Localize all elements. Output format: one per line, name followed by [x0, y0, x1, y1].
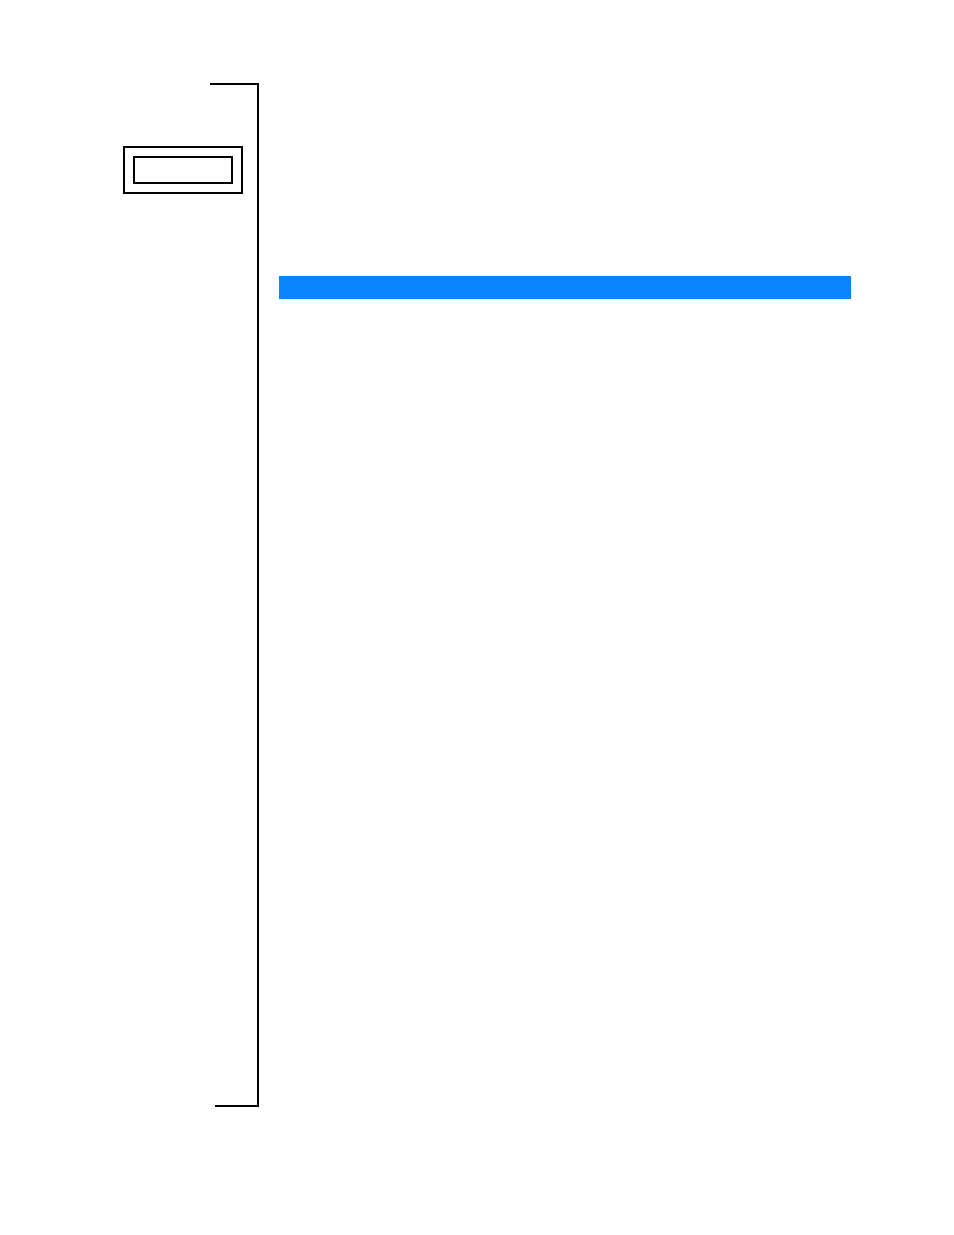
bottom-bracket-line — [215, 1105, 259, 1107]
top-bracket-line — [210, 83, 259, 85]
vertical-divider — [257, 83, 259, 1107]
badge-frame-inner — [133, 156, 233, 184]
section-header-bar — [279, 276, 851, 299]
badge-frame-outer — [123, 146, 243, 194]
